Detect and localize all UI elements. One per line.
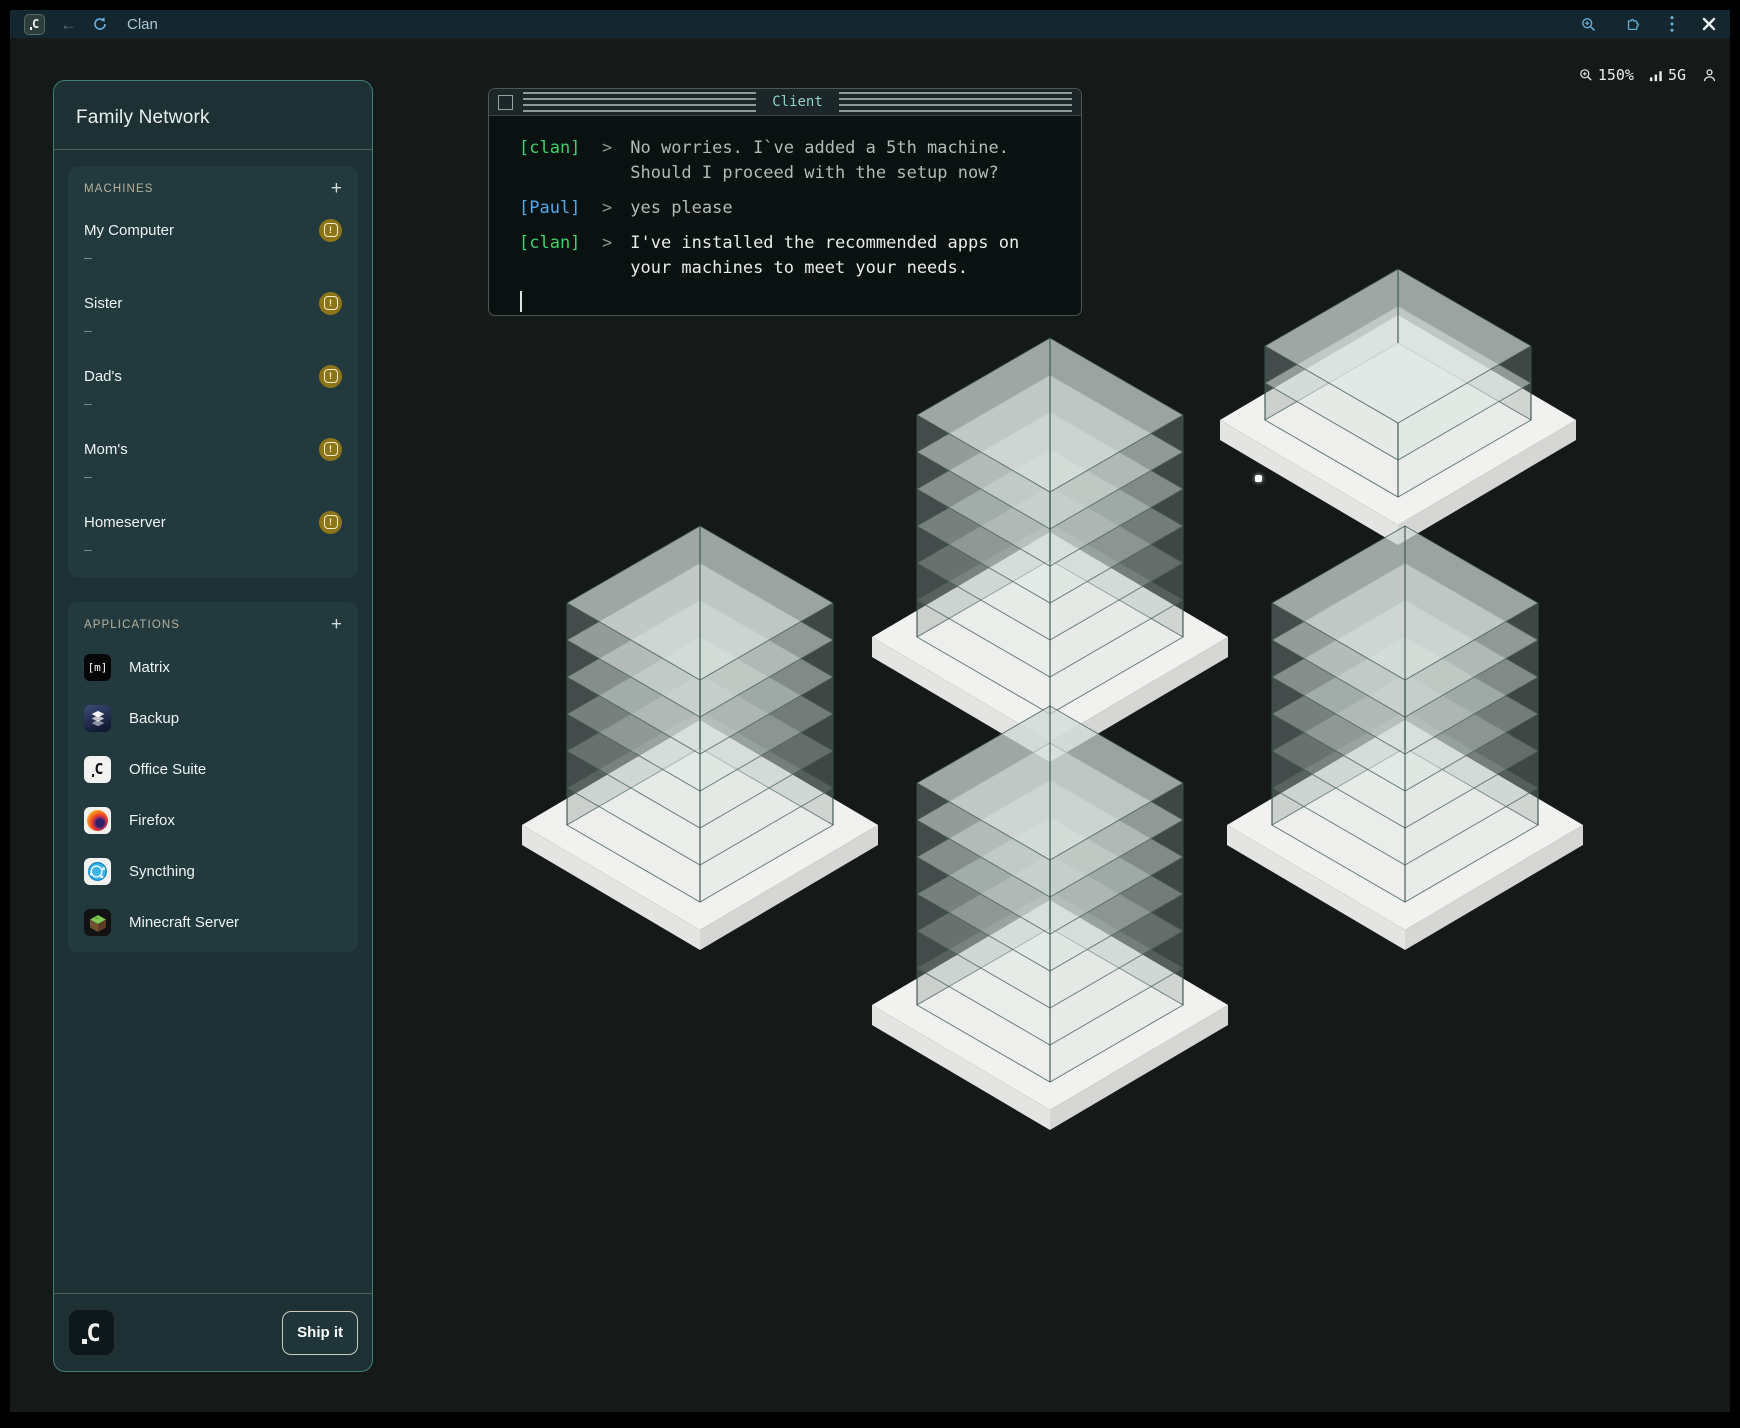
machine-name: My Computer bbox=[84, 222, 174, 239]
chat-sender: [clan] bbox=[519, 231, 581, 281]
machine-detail: – bbox=[84, 242, 342, 270]
network-indicator[interactable]: 5G bbox=[1649, 66, 1686, 84]
machine-right[interactable] bbox=[1227, 526, 1583, 950]
extensions-icon[interactable] bbox=[1624, 15, 1642, 33]
magnifier-icon bbox=[1578, 67, 1594, 83]
refresh-icon[interactable] bbox=[92, 16, 108, 32]
user-icon[interactable] bbox=[1701, 67, 1718, 84]
chat-sender: [clan] bbox=[519, 136, 581, 186]
add-machine-button[interactable]: + bbox=[331, 182, 342, 196]
chat-message: [clan]>No worries. I`ve added a 5th mach… bbox=[519, 136, 1065, 186]
machine-list-item[interactable]: Dad's! – bbox=[84, 364, 342, 416]
terminal-caret[interactable] bbox=[520, 291, 522, 312]
zoom-icon[interactable] bbox=[1580, 16, 1597, 33]
terminal-chat-log[interactable]: [clan]>No worries. I`ve added a 5th mach… bbox=[489, 116, 1081, 316]
window-frame: C ← Clan 150% bbox=[10, 10, 1730, 1412]
clan-logo: C bbox=[68, 1309, 115, 1356]
chat-text: I've installed the recommended apps on y… bbox=[630, 231, 1034, 281]
network-title: Family Network bbox=[54, 81, 372, 149]
machine-name: Sister bbox=[84, 295, 122, 312]
signal-bars-icon bbox=[1649, 68, 1664, 83]
warning-icon: ! bbox=[324, 296, 338, 310]
machine-name: Mom's bbox=[84, 441, 128, 458]
terminal-titlebar[interactable]: Client bbox=[489, 89, 1081, 116]
client-terminal-window[interactable]: Client [clan]>No worries. I`ve added a 5… bbox=[488, 88, 1082, 316]
machine-detail: – bbox=[84, 388, 342, 416]
chat-text: No worries. I`ve added a 5th machine. Sh… bbox=[630, 136, 1034, 186]
menu-kebab-icon[interactable] bbox=[1669, 15, 1675, 33]
machine-list-item[interactable]: Homeserver! – bbox=[84, 510, 342, 562]
page-title: Clan bbox=[127, 16, 158, 33]
backup-icon bbox=[84, 705, 111, 732]
application-list-item[interactable]: [m] Matrix bbox=[84, 654, 342, 681]
clan-app-icon: C bbox=[24, 14, 45, 35]
application-name: Office Suite bbox=[129, 761, 206, 778]
machine-warning-badge[interactable]: ! bbox=[319, 219, 342, 242]
network-canvas[interactable]: 150% 5G Client [clan]>No worries. I`ve a… bbox=[10, 38, 1730, 1412]
office-suite-icon: C bbox=[84, 756, 111, 783]
chat-sender: [Paul] bbox=[519, 196, 581, 221]
titlebar-pinstripes bbox=[839, 92, 1072, 112]
chat-message: [clan]>I've installed the recommended ap… bbox=[519, 231, 1065, 281]
machine-bottom-middle[interactable] bbox=[872, 706, 1228, 1130]
warning-icon: ! bbox=[324, 369, 338, 383]
application-list-item[interactable]: Minecraft Server bbox=[84, 909, 342, 936]
browser-titlebar: C ← Clan bbox=[10, 10, 1730, 38]
machine-name: Dad's bbox=[84, 368, 122, 385]
terminal-close-box[interactable] bbox=[498, 95, 513, 110]
close-icon[interactable] bbox=[1702, 17, 1716, 31]
machine-detail: – bbox=[84, 534, 342, 562]
chat-text: yes please bbox=[630, 196, 1034, 221]
machines-card: MACHINES + My Computer!–Sister!–Dad's!–M… bbox=[68, 166, 358, 578]
machine-warning-badge[interactable]: ! bbox=[319, 511, 342, 534]
machine-list-item[interactable]: Mom's! – bbox=[84, 437, 342, 489]
application-name: Backup bbox=[129, 710, 179, 727]
machine-warning-badge[interactable]: ! bbox=[319, 292, 342, 315]
chat-separator: > bbox=[581, 136, 630, 186]
machine-list-item[interactable]: My Computer! – bbox=[84, 218, 342, 270]
firefox-icon bbox=[84, 807, 111, 834]
application-name: Syncthing bbox=[129, 863, 195, 880]
network-type-value: 5G bbox=[1668, 66, 1686, 84]
application-name: Firefox bbox=[129, 812, 175, 829]
application-list-item[interactable]: Backup bbox=[84, 705, 342, 732]
machine-left[interactable] bbox=[522, 526, 878, 950]
sidebar: Family Network MACHINES + My Computer!–S… bbox=[53, 80, 373, 1372]
syncthing-icon bbox=[84, 858, 111, 885]
warning-icon: ! bbox=[324, 515, 338, 529]
minecraft-icon bbox=[84, 909, 111, 936]
chat-message: [Paul]>yes please bbox=[519, 196, 1065, 221]
mouse-pointer-dot bbox=[1255, 475, 1262, 482]
application-list-item[interactable]: Syncthing bbox=[84, 858, 342, 885]
machine-warning-badge[interactable]: ! bbox=[319, 365, 342, 388]
applications-card: APPLICATIONS + [m] Matrix Backup C Office Su… bbox=[68, 602, 358, 952]
applications-header: APPLICATIONS bbox=[84, 619, 180, 631]
application-name: Minecraft Server bbox=[129, 914, 239, 931]
zoom-level-value: 150% bbox=[1598, 66, 1634, 84]
machine-name: Homeserver bbox=[84, 514, 166, 531]
matrix-icon: [m] bbox=[84, 654, 111, 681]
machine-detail: – bbox=[84, 461, 342, 489]
titlebar-pinstripes bbox=[523, 92, 756, 112]
chat-separator: > bbox=[581, 231, 630, 281]
warning-icon: ! bbox=[324, 223, 338, 237]
chat-separator: > bbox=[581, 196, 630, 221]
machines-header: MACHINES bbox=[84, 183, 154, 195]
zoom-level-indicator[interactable]: 150% bbox=[1578, 66, 1634, 84]
back-icon[interactable]: ← bbox=[60, 16, 77, 33]
machine-detail: – bbox=[84, 315, 342, 343]
machine-list-item[interactable]: Sister! – bbox=[84, 291, 342, 343]
machine-warning-badge[interactable]: ! bbox=[319, 438, 342, 461]
application-list-item[interactable]: C Office Suite bbox=[84, 756, 342, 783]
add-application-button[interactable]: + bbox=[331, 618, 342, 632]
machine-top-middle[interactable] bbox=[872, 338, 1228, 762]
status-indicators: 150% 5G bbox=[1578, 66, 1718, 84]
ship-it-button[interactable]: Ship it bbox=[282, 1311, 358, 1355]
machine-top-right[interactable] bbox=[1220, 269, 1576, 545]
terminal-title: Client bbox=[766, 94, 829, 110]
application-name: Matrix bbox=[129, 659, 170, 676]
warning-icon: ! bbox=[324, 442, 338, 456]
sidebar-footer: C Ship it bbox=[54, 1293, 372, 1371]
application-list-item[interactable]: Firefox bbox=[84, 807, 342, 834]
